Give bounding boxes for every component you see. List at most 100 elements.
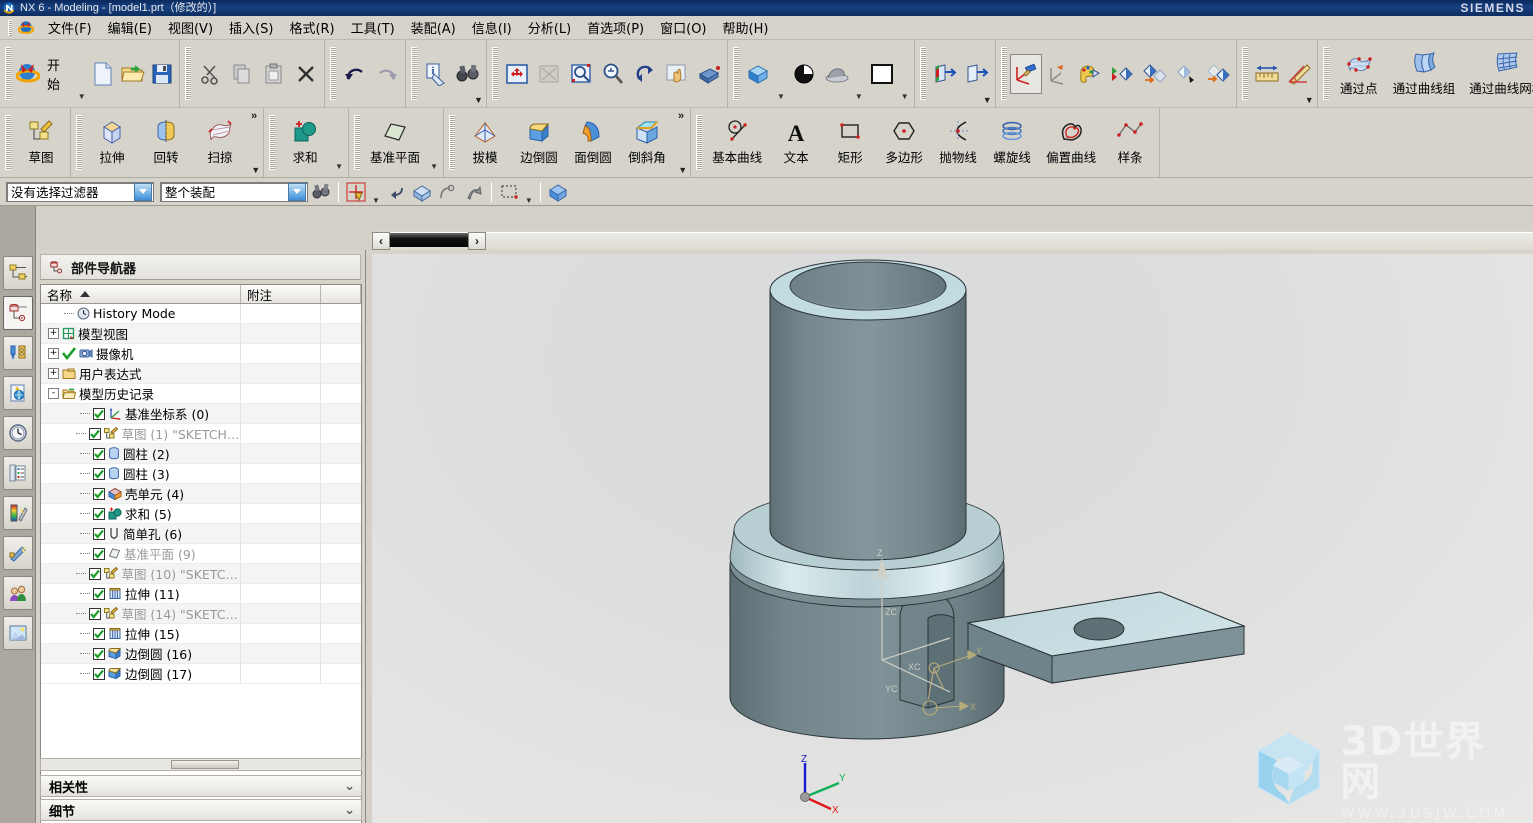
column-note[interactable]: 附注 <box>241 285 321 303</box>
table-row[interactable]: + 摄像机 <box>41 344 361 364</box>
shaded-style-button[interactable] <box>742 54 774 94</box>
detail-features-overflow-icon[interactable]: » <box>674 108 688 124</box>
chamfer-button[interactable]: 倒斜角 <box>620 114 674 172</box>
select-face-button[interactable] <box>409 180 435 204</box>
table-row[interactable]: + 用户表达式 <box>41 364 361 384</box>
feature-checkbox[interactable] <box>89 427 102 440</box>
table-row[interactable]: 壳单元 (4) <box>41 484 361 504</box>
menubar-grip[interactable] <box>8 19 12 36</box>
table-row[interactable]: 草图 (10) "SKETCH_... <box>41 564 361 584</box>
chevron-down-icon[interactable]: ⌄ <box>344 803 355 818</box>
feature-checkbox[interactable] <box>93 627 105 640</box>
part-navigator-button[interactable] <box>2 296 33 330</box>
table-row[interactable]: 简单孔 (6) <box>41 524 361 544</box>
menu-insert[interactable]: 插入(S) <box>221 16 281 39</box>
polygon-button[interactable]: 多边形 <box>877 114 931 172</box>
collapse-icon[interactable]: - <box>48 388 59 399</box>
table-row[interactable]: 基准坐标系 (0) <box>41 404 361 424</box>
extrude-button[interactable]: 拉伸 <box>85 114 139 172</box>
web-browser-button[interactable] <box>2 456 33 490</box>
through-curve-mesh-button[interactable]: 通过曲线网格 <box>1462 45 1533 103</box>
redo-button[interactable] <box>371 54 403 94</box>
chevron-down-icon[interactable] <box>134 182 152 201</box>
find-button[interactable] <box>452 54 484 94</box>
table-row[interactable]: 圆柱 (3) <box>41 464 361 484</box>
snap-point-button[interactable] <box>343 180 369 204</box>
form-features-more-icon[interactable]: ▼ <box>251 165 260 175</box>
details-panel[interactable]: 细节 ⌄ <box>40 799 362 821</box>
table-row[interactable]: 拉伸 (15) <box>41 624 361 644</box>
part-navigator-hscrollbar[interactable] <box>40 758 362 771</box>
datum-plane-button[interactable]: 基准平面 <box>363 114 427 172</box>
helix-button[interactable]: 螺旋线 <box>985 114 1039 172</box>
rectangle-select-caret-icon[interactable]: ▼ <box>522 196 536 205</box>
menu-information[interactable]: 信息(I) <box>464 16 520 39</box>
scrollbar-thumb[interactable] <box>171 760 239 769</box>
pan-button[interactable] <box>661 54 693 94</box>
selection-filter-combo[interactable]: 没有选择过滤器 <box>6 181 154 202</box>
through-curves-button[interactable]: 通过曲线组 <box>1386 45 1463 103</box>
menu-assemblies[interactable]: 装配(A) <box>403 16 464 39</box>
paste-button[interactable] <box>258 54 290 94</box>
sketch-button[interactable]: 草图 <box>14 114 68 172</box>
system-scene-button[interactable] <box>2 536 33 570</box>
clip-section-color-button[interactable] <box>929 54 961 94</box>
layer-settings-button[interactable] <box>1202 54 1234 94</box>
face-color-button[interactable] <box>1074 54 1106 94</box>
background-caret-icon[interactable]: ▼ <box>898 92 912 101</box>
chevron-down-icon[interactable]: ⌄ <box>344 779 355 794</box>
measure-more-icon[interactable]: ▼ <box>1305 95 1314 105</box>
edge-blend-button[interactable]: 边倒圆 <box>512 114 566 172</box>
feature-checkbox[interactable] <box>93 447 105 460</box>
copy-button[interactable] <box>226 54 258 94</box>
menu-format[interactable]: 格式(R) <box>281 16 342 39</box>
table-row[interactable]: 草图 (14) "SKETCH_... <box>41 604 361 624</box>
perspective-button[interactable] <box>693 54 725 94</box>
scene-caret-icon[interactable]: ▼ <box>852 92 866 101</box>
splitter-track[interactable] <box>372 232 1533 250</box>
detail-features-more-icon[interactable]: ▼ <box>678 165 687 175</box>
copy-to-layer-button[interactable] <box>1170 54 1202 94</box>
table-row[interactable]: 草图 (1) "SKETCH_0... <box>41 424 361 444</box>
spline-button[interactable]: 样条 <box>1103 114 1157 172</box>
scene-button[interactable] <box>820 54 852 94</box>
table-row[interactable]: - 模型历史记录 <box>41 384 361 404</box>
selection-scope-combo[interactable]: 整个装配 <box>160 181 308 202</box>
expand-icon[interactable]: + <box>48 348 59 359</box>
select-body-button[interactable] <box>545 180 571 204</box>
fit-view-button[interactable] <box>501 54 533 94</box>
chevron-down-icon[interactable] <box>288 182 306 201</box>
feature-checkbox[interactable] <box>93 507 105 520</box>
face-blend-button[interactable]: 面倒圆 <box>566 114 620 172</box>
sweep-button[interactable]: 扫掠 <box>193 114 247 172</box>
dependencies-panel[interactable]: 相关性 ⌄ <box>40 775 362 797</box>
through-points-button[interactable]: 通过点 <box>1332 45 1386 103</box>
feature-checkbox[interactable] <box>93 547 105 560</box>
table-row[interactable]: 边倒圆 (16) <box>41 644 361 664</box>
clip-section-button[interactable] <box>961 54 993 94</box>
back-button[interactable] <box>383 180 409 204</box>
menu-tools[interactable]: 工具(T) <box>343 16 403 39</box>
move-to-layer-button[interactable] <box>1138 54 1170 94</box>
feature-checkbox[interactable] <box>93 647 105 660</box>
zoom-window-button[interactable] <box>565 54 597 94</box>
draft-button[interactable]: 拔模 <box>458 114 512 172</box>
table-row[interactable]: + 模型视图 <box>41 324 361 344</box>
splitter-handle[interactable] <box>386 233 478 247</box>
part-navigator-tree[interactable]: 名称 附注 History Mode + 模型视图 + 摄像机 + 用户表达式 - 模型历史记录… <box>40 284 362 823</box>
delete-button[interactable] <box>290 54 322 94</box>
feature-checkbox[interactable] <box>93 407 105 420</box>
start-menu-button[interactable] <box>14 54 43 94</box>
form-features-overflow-icon[interactable]: » <box>247 108 261 124</box>
revolve-button[interactable]: 回转 <box>139 114 193 172</box>
offset-curve-button[interactable]: 偏置曲线 <box>1039 114 1103 172</box>
boolean-caret-icon[interactable]: ▼ <box>332 162 346 171</box>
feature-checkbox[interactable] <box>93 527 105 540</box>
assembly-navigator-button[interactable] <box>2 256 33 290</box>
table-row[interactable]: History Mode <box>41 304 361 324</box>
info-button[interactable]: i <box>420 54 452 94</box>
select-curve-button[interactable] <box>435 180 461 204</box>
history-clock-button[interactable] <box>2 416 33 450</box>
collaboration-button[interactable] <box>2 576 33 610</box>
zoom-region-button[interactable] <box>533 54 565 94</box>
